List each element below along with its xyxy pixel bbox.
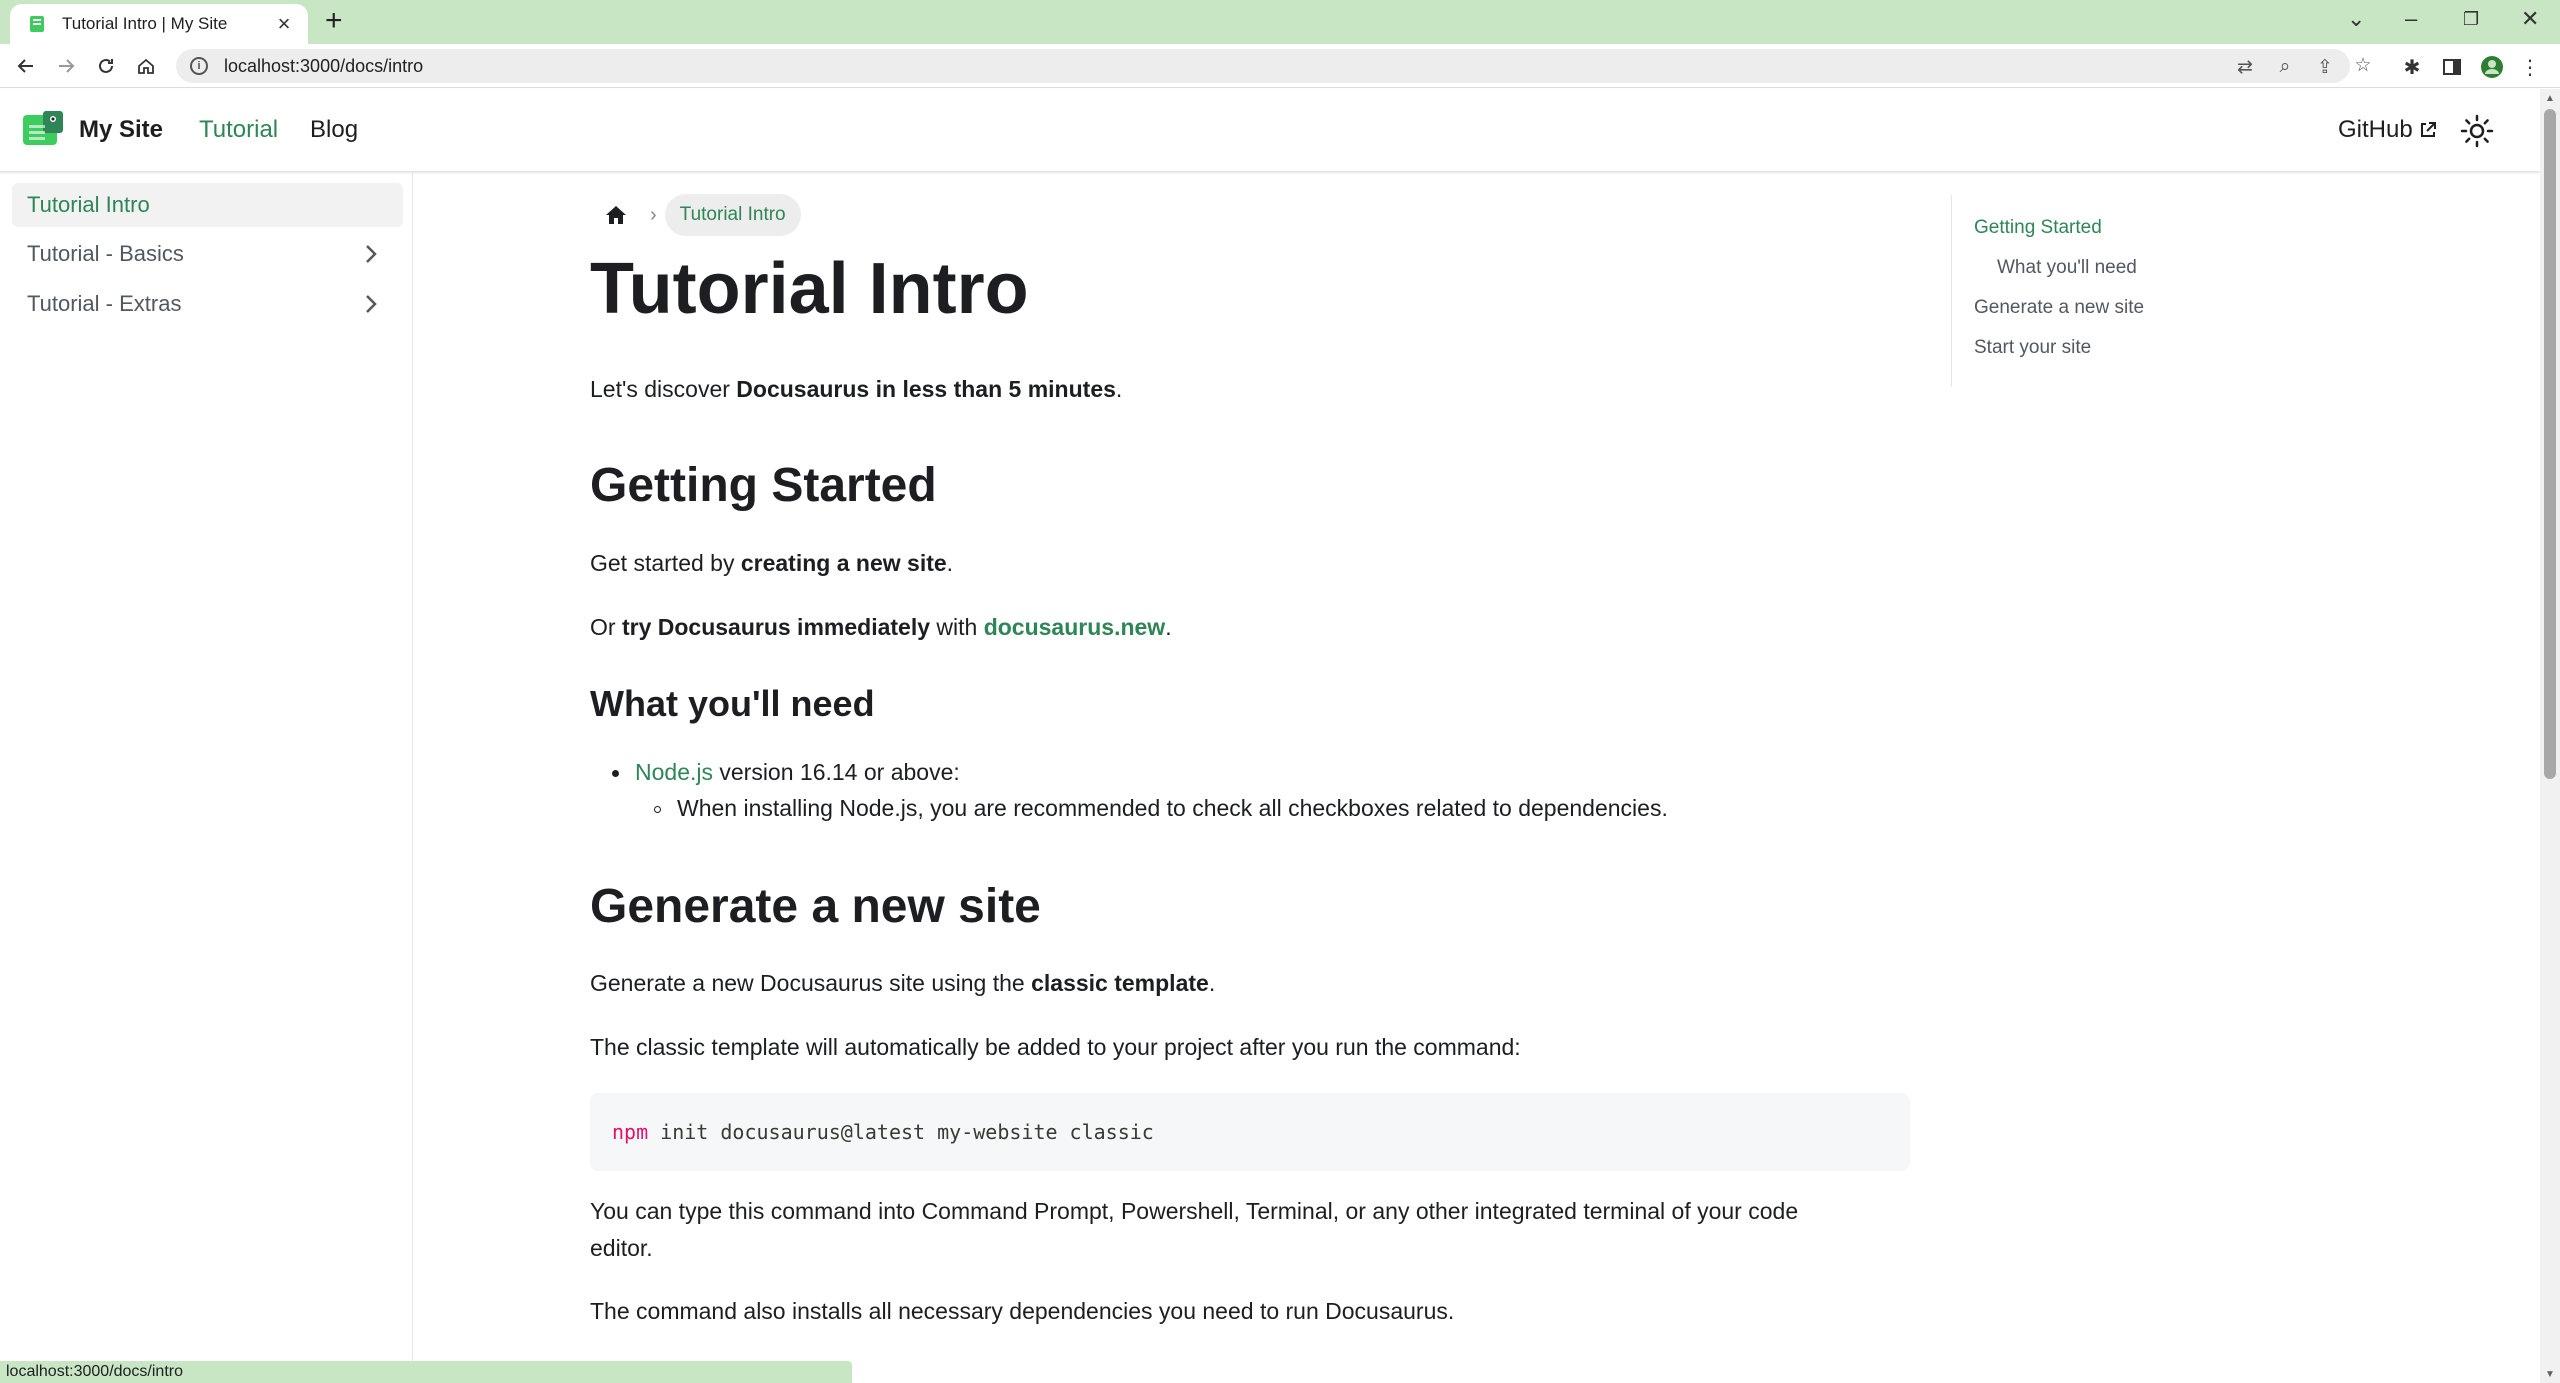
extensions-icon[interactable]: ✱	[2400, 55, 2424, 79]
side-panel-icon[interactable]	[2440, 55, 2464, 79]
sidebar-item-label: Tutorial - Basics	[27, 241, 184, 266]
status-url-bubble: localhost:3000/docs/intro	[0, 1361, 852, 1383]
nav-link-github[interactable]: GitHub	[2338, 116, 2437, 144]
back-arrow-icon	[17, 59, 33, 73]
forward-button[interactable]	[50, 50, 82, 82]
docusaurus-new-link[interactable]: docusaurus.new	[984, 614, 1165, 640]
code-command: npm	[612, 1120, 649, 1144]
type-command-paragraph-line-2: editor.	[590, 1235, 653, 1261]
brand-link[interactable]: My Site	[23, 111, 163, 149]
code-block[interactable]: npm init docusaurus@latest my-website cl…	[590, 1093, 1910, 1171]
browser-tab-strip: Tutorial Intro | My Site × + ⌄ – ❐ ✕	[0, 0, 2560, 44]
home-icon	[606, 206, 626, 224]
breadcrumb-separator: ›	[650, 203, 657, 226]
avatar-glyph-icon	[2481, 56, 2503, 78]
external-link-icon	[2420, 122, 2436, 137]
sidebar-item-label: Tutorial Intro	[27, 192, 150, 217]
tab-search-icon[interactable]: ⌄	[2347, 4, 2365, 34]
intro-paragraph: Let's discover Docusaurus in less than 5…	[590, 376, 1123, 402]
toc-item-generate-new-site[interactable]: Generate a new site	[1974, 297, 2144, 319]
scroll-down-arrow-icon[interactable]: ▼	[2544, 1369, 2556, 1380]
page-title: Tutorial Intro	[590, 249, 1029, 329]
minimize-button[interactable]: –	[2405, 4, 2417, 34]
tab-title: Tutorial Intro | My Site	[62, 14, 228, 33]
reload-icon	[99, 58, 113, 73]
try-paragraph: Or try Docusaurus immediately with docus…	[590, 614, 1172, 640]
scrollbar-thumb[interactable]	[2544, 109, 2556, 779]
browser-toolbar: i localhost:3000/docs/intro ⇄ ⌕ ⇪ ☆ ✱ ⋮	[0, 44, 2560, 88]
table-of-contents: Getting Started What you'll need Generat…	[1951, 195, 2331, 387]
list-item: Node.js version 16.14 or above:	[612, 755, 960, 789]
address-bar[interactable]: i localhost:3000/docs/intro ⇄ ⌕ ⇪ ☆	[176, 49, 2372, 83]
page-scrollbar[interactable]: ▲ ▼	[2540, 89, 2560, 1383]
started-paragraph: Get started by creating a new site.	[590, 550, 954, 576]
installs-paragraph: The command also installs all necessary …	[590, 1298, 1455, 1324]
heading-getting-started: Getting Started	[590, 459, 937, 512]
site-favicon-icon	[30, 16, 44, 32]
classic-template-paragraph: The classic template will automatically …	[590, 1034, 1521, 1060]
zoom-icon[interactable]: ⌕	[2274, 56, 2296, 78]
restore-button[interactable]: ❐	[2463, 4, 2479, 34]
chevron-right-icon[interactable]	[359, 292, 383, 316]
reload-button[interactable]	[90, 50, 122, 82]
scroll-up-arrow-icon[interactable]: ▲	[2544, 93, 2556, 104]
nav-link-blog[interactable]: Blog	[310, 116, 358, 144]
toc-item-getting-started[interactable]: Getting Started	[1974, 217, 2102, 239]
breadcrumb-home-link[interactable]	[590, 193, 642, 237]
code-args: init docusaurus@latest my-website classi…	[648, 1120, 1154, 1144]
sidebar-item-label: Tutorial - Extras	[27, 291, 182, 316]
translate-icon[interactable]: ⇄	[2234, 56, 2256, 78]
generate-paragraph: Generate a new Docusaurus site using the…	[590, 970, 1216, 996]
toc-item-start-your-site[interactable]: Start your site	[1974, 337, 2091, 359]
chevron-right-icon[interactable]	[359, 242, 383, 266]
address-url: localhost:3000/docs/intro	[224, 55, 424, 76]
sidebar-item-tutorial-intro[interactable]: Tutorial Intro	[12, 183, 403, 227]
github-label: GitHub	[2338, 116, 2413, 143]
heading-generate-new-site: Generate a new site	[590, 880, 1041, 933]
breadcrumb: › Tutorial Intro	[590, 193, 801, 237]
new-tab-button[interactable]: +	[325, 6, 343, 36]
browser-menu-icon[interactable]: ⋮	[2518, 55, 2542, 79]
share-icon[interactable]: ⇪	[2314, 56, 2336, 78]
forward-arrow-icon	[59, 59, 75, 73]
browser-tab[interactable]: Tutorial Intro | My Site ×	[10, 4, 308, 44]
back-button[interactable]	[10, 50, 42, 82]
toc-item-what-you-need[interactable]: What you'll need	[1997, 257, 2137, 279]
site-info-icon[interactable]: i	[190, 57, 208, 75]
site-navbar: My Site Tutorial Blog GitHub	[0, 89, 2540, 172]
docs-sidebar: Tutorial Intro Tutorial - Basics Tutoria…	[0, 173, 413, 1383]
theme-toggle-sun-icon[interactable]	[2460, 114, 2494, 148]
nodejs-link[interactable]: Node.js	[635, 759, 713, 785]
home-button[interactable]	[130, 50, 162, 82]
tab-close-icon[interactable]: ×	[272, 12, 296, 36]
breadcrumb-current: Tutorial Intro	[664, 194, 801, 236]
sidebar-item-tutorial-extras[interactable]: Tutorial - Extras	[12, 282, 403, 326]
docusaurus-logo-icon	[23, 111, 63, 145]
brand-title: My Site	[79, 116, 164, 143]
bookmark-star-icon[interactable]: ☆	[2352, 54, 2374, 76]
type-command-paragraph-line-1: You can type this command into Command P…	[590, 1198, 1799, 1224]
home-icon	[138, 58, 154, 74]
bullet-icon	[612, 770, 619, 778]
list-item: When installing Node.js, you are recomme…	[654, 791, 1668, 825]
nav-link-tutorial[interactable]: Tutorial	[199, 116, 278, 144]
profile-avatar-icon[interactable]	[2480, 55, 2504, 79]
bullet-circle-icon	[654, 806, 661, 814]
sidebar-item-tutorial-basics[interactable]: Tutorial - Basics	[12, 232, 403, 276]
heading-what-you-need: What you'll need	[590, 683, 875, 724]
close-window-button[interactable]: ✕	[2521, 4, 2539, 34]
side-panel-glyph-icon	[2443, 59, 2461, 75]
